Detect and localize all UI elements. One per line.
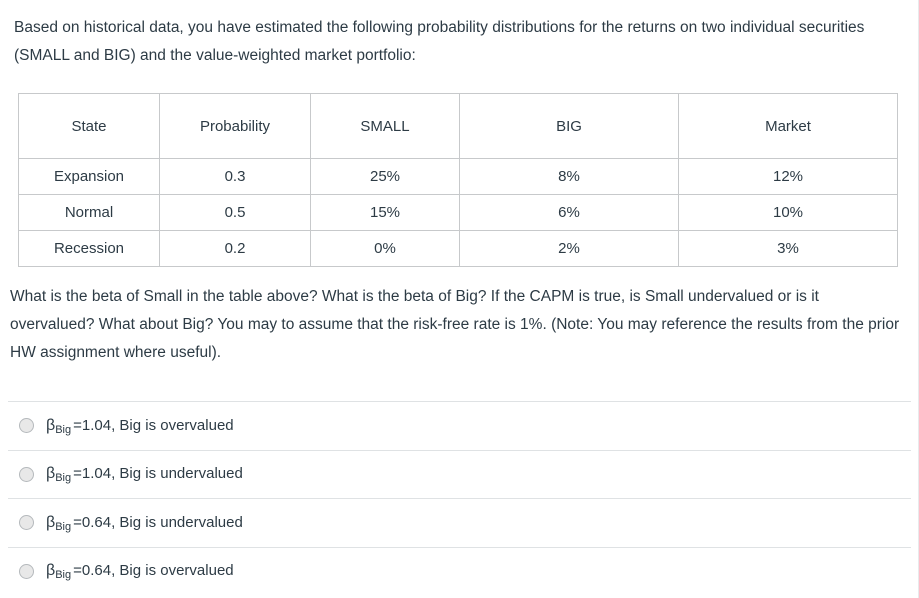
radio-button-icon[interactable]	[19, 563, 34, 579]
cell-market: 10%	[678, 194, 898, 231]
answer-option-value: =1.04, Big is undervalued	[73, 465, 243, 483]
beta-symbol: βBig	[46, 562, 72, 582]
cell-market: 12%	[678, 158, 898, 195]
answer-options-list: βBig =1.04, Big is overvalued βBig =1.04, …	[0, 401, 919, 595]
beta-subscript: Big	[55, 472, 72, 485]
cell-small: 0%	[310, 230, 460, 267]
answer-option-1[interactable]: βBig =1.04, Big is overvalued	[8, 401, 911, 450]
beta-symbol: βBig	[46, 513, 72, 533]
answer-option-value: =1.04, Big is overvalued	[73, 416, 234, 434]
cell-big: 8%	[459, 158, 679, 195]
radio-button-icon[interactable]	[19, 418, 34, 434]
column-header-big: BIG	[459, 93, 679, 159]
answer-option-2[interactable]: βBig =1.04, Big is undervalued	[8, 449, 911, 499]
answer-option-label: βBig =1.04, Big is overvalued	[46, 416, 234, 436]
answer-option-label: βBig =1.04, Big is undervalued	[46, 465, 243, 485]
answer-option-value: =0.64, Big is undervalued	[73, 513, 243, 531]
beta-symbol: βBig	[46, 465, 72, 485]
beta-subscript: Big	[55, 423, 72, 436]
cell-probability: 0.2	[159, 230, 311, 267]
answer-option-value: =0.64, Big is overvalued	[73, 562, 234, 580]
table-row: Normal 0.5 15% 6% 10%	[18, 194, 898, 231]
cell-probability: 0.3	[159, 158, 311, 195]
cell-small: 15%	[310, 194, 460, 231]
column-header-small: SMALL	[310, 93, 460, 159]
question-text: What is the beta of Small in the table a…	[10, 288, 900, 361]
cell-state: Recession	[18, 230, 160, 267]
column-header-market: Market	[678, 93, 898, 159]
cell-market: 3%	[678, 230, 898, 267]
cell-big: 2%	[459, 230, 679, 267]
beta-symbol: βBig	[46, 416, 72, 436]
table-row: Expansion 0.3 25% 8% 12%	[18, 158, 898, 195]
beta-subscript: Big	[55, 520, 72, 533]
returns-table: State Probability SMALL BIG Market Expan…	[18, 93, 898, 267]
answer-option-3[interactable]: βBig =0.64, Big is undervalued	[8, 498, 911, 547]
returns-table-container: State Probability SMALL BIG Market Expan…	[18, 93, 898, 267]
answer-option-label: βBig =0.64, Big is overvalued	[46, 562, 234, 582]
cell-state: Normal	[18, 194, 160, 231]
quiz-question-page: Based on historical data, you have estim…	[0, 0, 919, 598]
column-header-state: State	[18, 93, 160, 159]
table-header-row: State Probability SMALL BIG Market	[18, 93, 898, 159]
beta-subscript: Big	[55, 569, 72, 582]
answer-option-4[interactable]: βBig =0.64, Big is overvalued	[8, 546, 911, 596]
question-prompt: Based on historical data, you have estim…	[14, 19, 865, 64]
cell-big: 6%	[459, 194, 679, 231]
answer-option-label: βBig =0.64, Big is undervalued	[46, 513, 243, 533]
column-header-probability: Probability	[159, 93, 311, 159]
cell-probability: 0.5	[159, 194, 311, 231]
table-row: Recession 0.2 0% 2% 3%	[18, 230, 898, 267]
radio-button-icon[interactable]	[19, 515, 34, 531]
radio-button-icon[interactable]	[19, 466, 34, 482]
cell-small: 25%	[310, 158, 460, 195]
cell-state: Expansion	[18, 158, 160, 195]
